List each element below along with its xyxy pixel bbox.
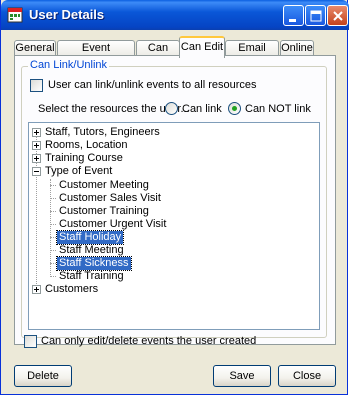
- expand-icon[interactable]: [32, 154, 41, 163]
- can-link-label: Can link: [182, 103, 222, 115]
- tab-event-permission[interactable]: Event Permission: [57, 40, 135, 69]
- tree-node-rooms-location[interactable]: Rooms, Location: [45, 139, 128, 152]
- tree-connector: [50, 211, 56, 212]
- tree-node-customer-meeting[interactable]: Customer Meeting: [59, 179, 149, 192]
- delete-button[interactable]: Delete: [14, 365, 72, 387]
- title-bar[interactable]: User Details: [1, 0, 349, 30]
- tree-node-customers[interactable]: Customers: [45, 283, 98, 296]
- tree-connector: [50, 224, 56, 225]
- tree-connector: [50, 276, 56, 277]
- own-events-only-label: Can only edit/delete events the user cre…: [41, 335, 257, 347]
- can-not-link-radio[interactable]: [228, 102, 241, 115]
- tab-online[interactable]: Online: [280, 40, 314, 56]
- close-window-button[interactable]: [327, 5, 348, 26]
- all-resources-checkbox[interactable]: [30, 79, 43, 92]
- minimize-icon: [289, 19, 296, 22]
- expand-icon[interactable]: [32, 141, 41, 150]
- close-icon: [333, 11, 343, 21]
- tree-node-staff-sickness[interactable]: Staff Sickness: [56, 256, 132, 271]
- tree-connector: [50, 250, 56, 251]
- tree-node-staff-holiday[interactable]: Staff Holiday: [55, 230, 125, 245]
- tab-can-edit[interactable]: Can Edit: [179, 36, 225, 58]
- expand-icon[interactable]: [32, 285, 41, 294]
- all-resources-label: User can link/unlink events to all resou…: [48, 79, 257, 91]
- radio-selected-dot: [232, 106, 237, 111]
- maximize-icon: [310, 10, 322, 22]
- tree-node-customer-training[interactable]: Customer Training: [59, 205, 149, 218]
- tree-node-staff-meeting[interactable]: Staff Meeting: [59, 244, 124, 257]
- can-link-radio[interactable]: [165, 102, 178, 115]
- own-events-only-checkbox[interactable]: [24, 335, 37, 348]
- dialog-body: General Event Permission Can See Can Edi…: [4, 30, 346, 392]
- tree-node-staff-training[interactable]: Staff Training: [59, 270, 124, 283]
- tab-email-alerts[interactable]: Email Alerts: [225, 40, 279, 69]
- expand-icon[interactable]: [32, 128, 41, 137]
- can-not-link-label: Can NOT link: [245, 103, 311, 115]
- window-title: User Details: [29, 7, 105, 22]
- tab-general[interactable]: General: [14, 40, 56, 56]
- tree-node-type-of-event[interactable]: Type of Event: [45, 165, 112, 178]
- tree-node-training-course[interactable]: Training Course: [45, 152, 123, 165]
- tree-connector: [50, 198, 56, 199]
- user-details-window: User Details General Event Permission Ca…: [0, 0, 349, 395]
- resource-tree[interactable]: Staff, Tutors, Engineers Rooms, Location…: [28, 122, 320, 330]
- tree-node-customer-urgent-visit[interactable]: Customer Urgent Visit: [59, 218, 166, 231]
- tab-can-see[interactable]: Can See: [136, 40, 180, 69]
- can-edit-panel: Can Link/Unlink User can link/unlink eve…: [14, 55, 336, 345]
- tree-node-staff-tutors-engineers[interactable]: Staff, Tutors, Engineers: [45, 126, 160, 139]
- app-icon: [7, 7, 23, 23]
- group-legend: Can Link/Unlink: [28, 59, 110, 71]
- can-link-group: Can Link/Unlink User can link/unlink eve…: [21, 59, 327, 338]
- minimize-button[interactable]: [283, 5, 304, 26]
- tree-node-customer-sales-visit[interactable]: Customer Sales Visit: [59, 192, 161, 205]
- tree-connector: [50, 185, 56, 186]
- tree-connector: [50, 263, 56, 264]
- tree-connector: [50, 237, 56, 238]
- maximize-button[interactable]: [305, 5, 326, 26]
- save-button[interactable]: Save: [213, 365, 271, 387]
- collapse-icon[interactable]: [32, 167, 41, 176]
- close-button[interactable]: Close: [278, 365, 336, 387]
